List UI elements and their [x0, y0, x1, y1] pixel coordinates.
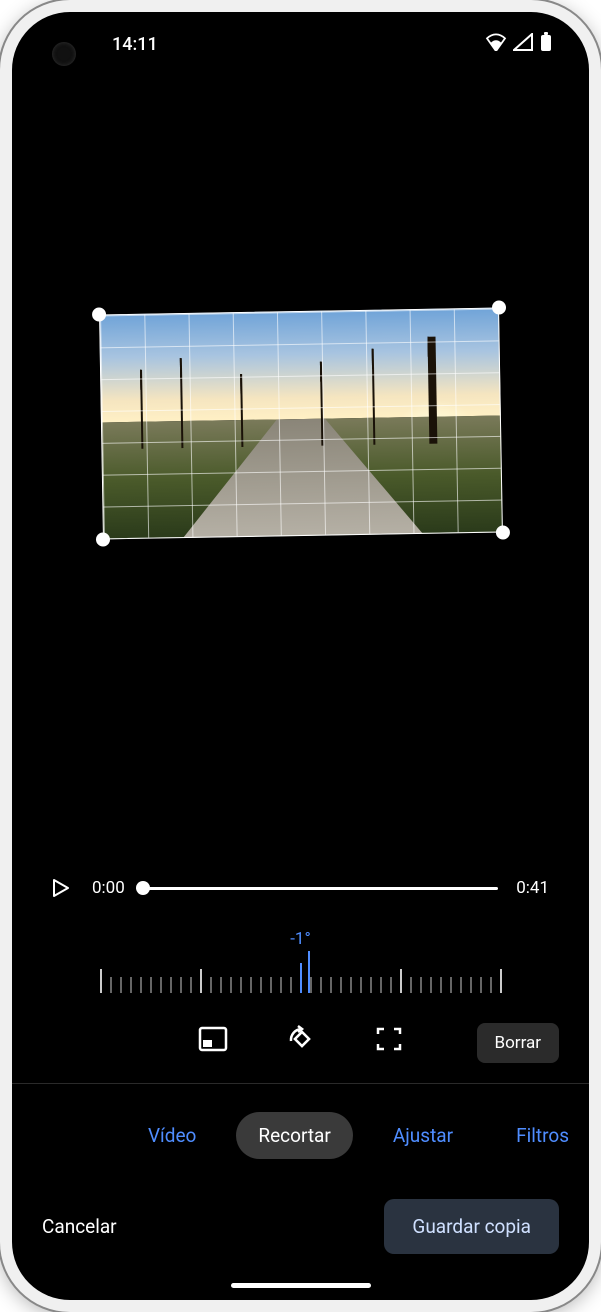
playback-scrubber[interactable]: [143, 887, 498, 890]
save-copy-button[interactable]: Guardar copia: [384, 1199, 559, 1254]
rotation-marker: [308, 951, 310, 993]
playback-current-time: 0:00: [92, 878, 125, 898]
device-frame: 14:11: [0, 0, 601, 1312]
screen: 14:11: [12, 12, 589, 1300]
editor-tabs: Vídeo Recortar Ajustar Filtros: [12, 1112, 589, 1199]
tab-crop[interactable]: Recortar: [236, 1112, 352, 1159]
crop-handle-bottom-left[interactable]: [95, 532, 109, 546]
crop-handle-top-right[interactable]: [491, 300, 505, 314]
section-divider: [12, 1083, 589, 1084]
clear-button-label: Borrar: [495, 1033, 541, 1053]
rotate-button[interactable]: [285, 1023, 317, 1055]
signal-icon: [513, 33, 533, 56]
aspect-ratio-button[interactable]: [197, 1023, 229, 1055]
wifi-icon: [485, 33, 507, 56]
front-camera-hole: [52, 42, 76, 66]
tab-adjust[interactable]: Ajustar: [393, 1124, 453, 1147]
play-button[interactable]: [52, 877, 74, 899]
playback-total-time: 0:41: [516, 878, 549, 898]
crop-preview-area: [12, 60, 589, 877]
rotation-slider[interactable]: [62, 957, 539, 993]
home-indicator[interactable]: [231, 1283, 371, 1288]
crop-handle-bottom-right[interactable]: [495, 525, 509, 539]
tab-filters[interactable]: Filtros: [516, 1124, 569, 1147]
crop-handle-top-left[interactable]: [91, 307, 105, 321]
status-icons: [485, 32, 553, 57]
battery-icon: [539, 32, 553, 57]
tab-video[interactable]: Vídeo: [148, 1124, 196, 1147]
rotation-value: -1°: [12, 929, 589, 949]
expand-crop-button[interactable]: [373, 1023, 405, 1055]
status-time: 14:11: [112, 34, 158, 55]
crop-frame[interactable]: [99, 308, 503, 540]
playback-controls: 0:00 0:41: [12, 877, 589, 899]
crop-grid: [99, 308, 503, 540]
clear-button[interactable]: Borrar: [477, 1023, 559, 1063]
crop-tools-row: Borrar: [12, 1023, 589, 1083]
cancel-button[interactable]: Cancelar: [42, 1215, 117, 1238]
scrubber-thumb[interactable]: [136, 881, 150, 895]
rotation-center-tick: [300, 963, 302, 993]
status-bar: 14:11: [12, 12, 589, 60]
